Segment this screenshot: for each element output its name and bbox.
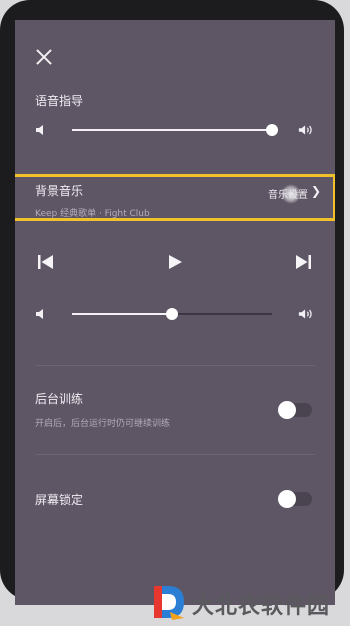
- play-icon[interactable]: [167, 254, 183, 270]
- background-training-title: 后台训练: [35, 392, 84, 406]
- toggle-knob: [278, 401, 296, 419]
- music-volume-slider[interactable]: [72, 308, 272, 320]
- close-button[interactable]: [35, 48, 53, 66]
- voice-volume-slider[interactable]: [72, 124, 278, 136]
- music-volume-fill: [72, 313, 172, 315]
- screen-lock-toggle[interactable]: [278, 490, 312, 508]
- device-background: 语音指导 背景音乐 音乐设置 ❯ Keep 经典歌单 · Fight Club: [0, 0, 350, 626]
- music-speaker-low-icon: [36, 309, 43, 319]
- divider: [35, 365, 315, 366]
- background-music-row[interactable]: 背景音乐 音乐设置 ❯ Keep 经典歌单 · Fight Club: [15, 174, 335, 221]
- playlist-name: Keep 经典歌单 · Fight Club: [35, 209, 150, 219]
- speaker-high-icon: [298, 125, 312, 135]
- voice-guide-title: 语音指导: [35, 94, 84, 108]
- toggle-knob: [278, 490, 296, 508]
- skip-next-icon[interactable]: [294, 254, 312, 270]
- watermark: 大北农软件园: [150, 582, 350, 626]
- sound-settings-panel: 语音指导 背景音乐 音乐设置 ❯ Keep 经典歌单 · Fight Club: [15, 20, 335, 605]
- background-training-description: 开启后，后台运行时仍可继续训练: [35, 419, 171, 429]
- skip-previous-icon[interactable]: [37, 254, 55, 270]
- watermark-text: 大北农软件园: [192, 593, 331, 619]
- speaker-low-icon: [36, 125, 43, 135]
- background-training-toggle[interactable]: [278, 401, 312, 419]
- chevron-right-icon: ❯: [310, 184, 321, 198]
- music-settings-link[interactable]: 音乐设置: [268, 186, 308, 201]
- divider: [35, 454, 315, 455]
- music-volume-thumb[interactable]: [166, 308, 178, 320]
- voice-volume-fill: [72, 129, 272, 131]
- voice-volume-thumb[interactable]: [266, 124, 278, 136]
- screen-lock-title: 屏幕锁定: [35, 493, 84, 507]
- watermark-logo-icon: [154, 586, 184, 620]
- background-music-title: 背景音乐: [35, 184, 84, 198]
- music-speaker-high-icon: [298, 309, 312, 319]
